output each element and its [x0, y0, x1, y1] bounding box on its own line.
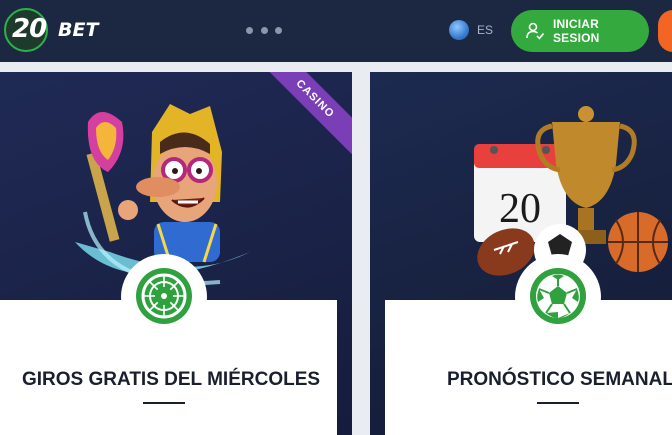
- logo[interactable]: 20 BET: [4, 8, 104, 52]
- more-menu-button[interactable]: [246, 24, 282, 36]
- logo-number: 20: [12, 14, 47, 44]
- top-header: 20 BET ES INICIAR SESION: [0, 0, 672, 62]
- promo-badge: [515, 254, 601, 340]
- globe-icon[interactable]: [449, 20, 469, 40]
- roulette-icon: [136, 268, 192, 324]
- more-dot-icon: [246, 26, 253, 34]
- calendar-number: 20: [499, 186, 541, 232]
- user-login-icon: [526, 22, 545, 40]
- casino-ribbon: CASINO: [259, 72, 352, 155]
- title-underline: [537, 402, 579, 404]
- logo-text: BET: [58, 19, 99, 41]
- promo-card-sports[interactable]: 20 PRONÓSTICO SEMANAL: [370, 72, 672, 435]
- more-dot-icon: [260, 26, 268, 34]
- promo-title[interactable]: PRONÓSTICO SEMANAL: [447, 369, 672, 391]
- promo-title[interactable]: GIROS GRATIS DEL MIÉRCOLES: [22, 369, 320, 391]
- promo-card-casino[interactable]: CASINO GIROS GRATIS DEL MIÉRCOLES: [0, 72, 352, 435]
- casino-badge: CASINO: [293, 77, 337, 121]
- language-selector[interactable]: ES: [477, 23, 493, 37]
- more-dot-icon: [275, 26, 282, 34]
- soccer-ball-icon: [530, 268, 586, 324]
- promo-badge: [121, 254, 207, 340]
- register-button[interactable]: [658, 10, 672, 52]
- login-button[interactable]: INICIAR SESION: [511, 10, 649, 52]
- title-underline: [143, 402, 185, 404]
- login-label: INICIAR SESION: [552, 17, 600, 45]
